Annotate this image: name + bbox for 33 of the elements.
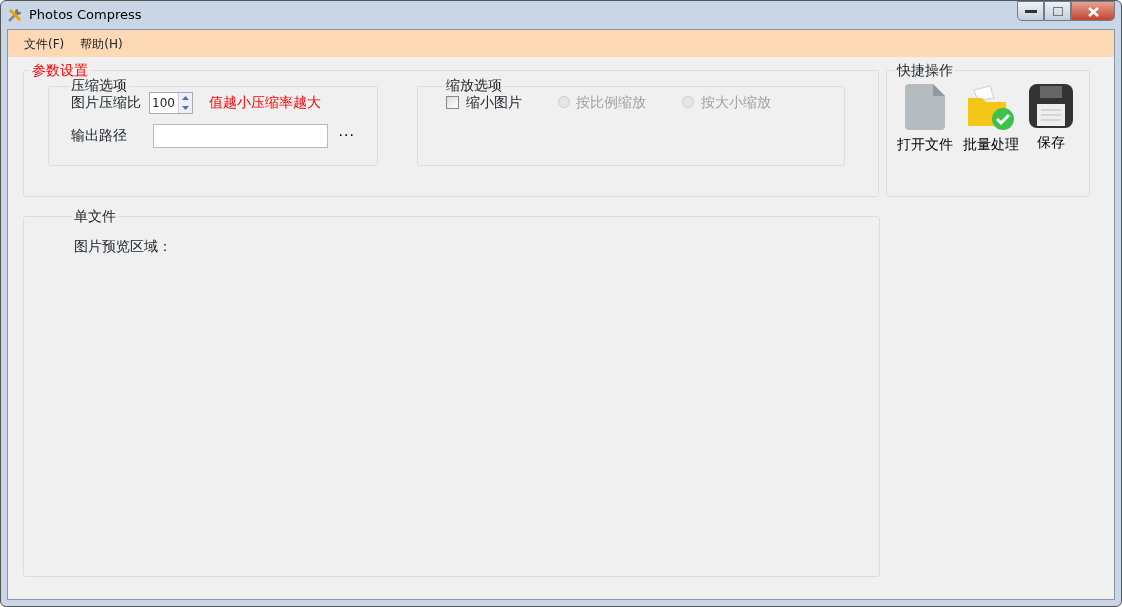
browse-button[interactable]: ··· (334, 125, 359, 147)
window-title: Photos Compress (29, 6, 142, 25)
maximize-button[interactable] (1044, 1, 1071, 21)
group-title: 参数设置 (31, 63, 89, 78)
minimize-button[interactable] (1017, 1, 1044, 21)
up-arrow-icon[interactable] (182, 95, 189, 100)
document-icon (904, 84, 945, 131)
radio-label: 按比例缩放 (576, 92, 646, 112)
folder-check-icon (967, 84, 1014, 131)
toolbar-button[interactable]: 打开文件 (896, 84, 953, 156)
checkbox[interactable] (446, 95, 459, 109)
toolbar-button[interactable]: 保存 (1028, 84, 1073, 156)
down-arrow-icon[interactable] (182, 105, 189, 110)
field-label: 图片压缩比 (71, 93, 141, 113)
toolbar-button[interactable]: 批量处理 (962, 84, 1019, 156)
maximize-icon (1052, 7, 1063, 16)
group-title: 压缩选项 (70, 78, 128, 94)
group-title: 单文件 (73, 209, 117, 225)
ratio-spinner[interactable]: 100 (149, 91, 193, 114)
minimize-icon (1024, 9, 1037, 14)
close-button[interactable] (1071, 1, 1115, 21)
radio-label: 按大小缩放 (700, 92, 771, 112)
menu-item[interactable]: 帮助(H) (72, 34, 131, 53)
hint-text: 值越小压缩率越大 (209, 93, 321, 113)
group-title: 缩放选项 (445, 78, 503, 94)
checkbox-label: 缩小图片 (465, 92, 522, 112)
output-path-field[interactable] (153, 123, 328, 148)
preview-label: 图片预览区域： (74, 237, 172, 257)
menu-item[interactable]: 文件(F) (16, 34, 73, 53)
tools-icon (7, 7, 23, 23)
field-label: 输出路径 (71, 126, 127, 146)
group-title: 快捷操作 (895, 63, 954, 79)
close-icon (1087, 6, 1099, 17)
